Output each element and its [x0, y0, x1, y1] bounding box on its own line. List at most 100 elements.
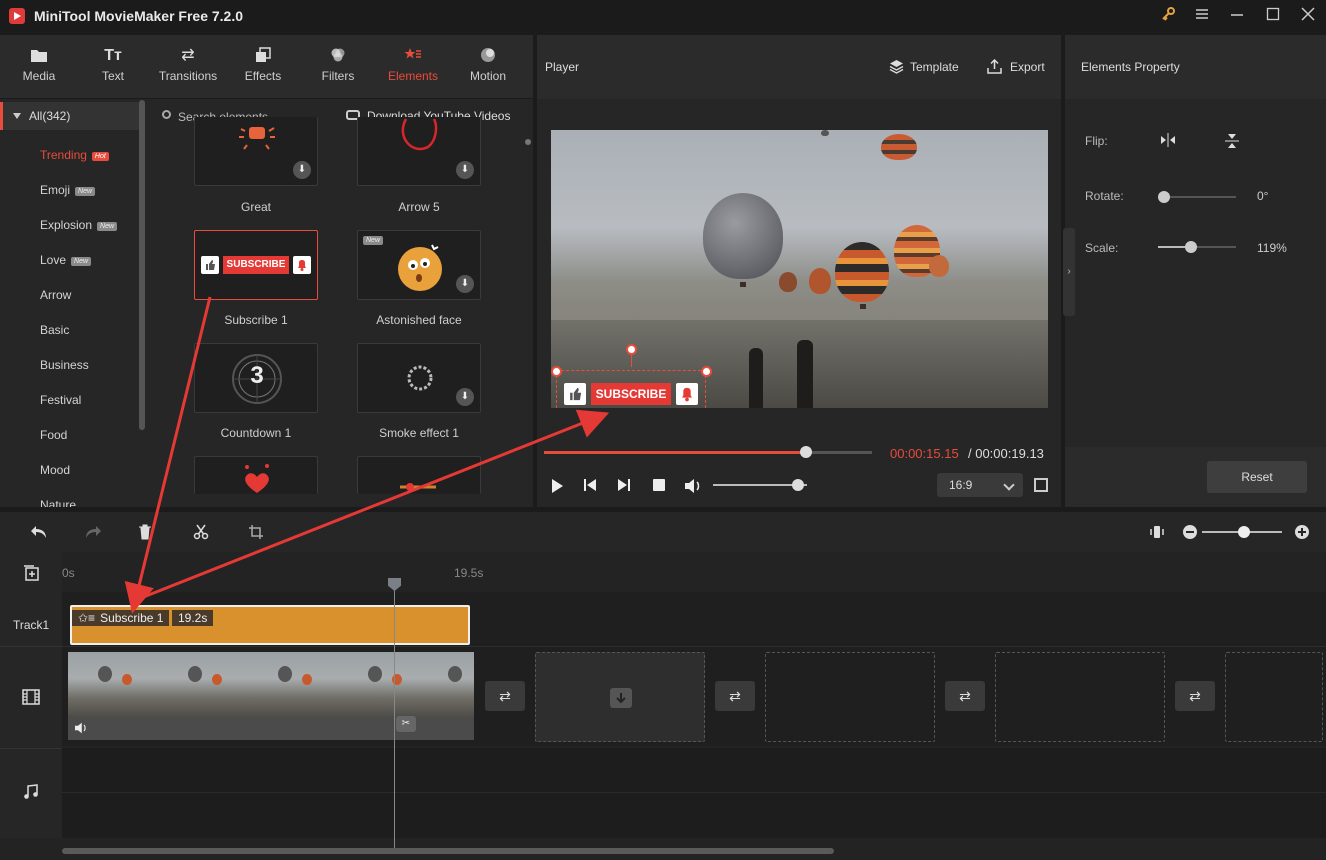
download-icon[interactable]: ⬇ — [293, 161, 311, 179]
category-food[interactable]: Food — [40, 428, 67, 442]
transition-swap-icon[interactable]: ⇄ — [485, 681, 525, 711]
category-emoji[interactable]: Emoji New — [40, 183, 96, 197]
music-track-row[interactable] — [62, 748, 1326, 838]
flip-horizontal-icon[interactable] — [1160, 133, 1176, 150]
volume-icon[interactable] — [684, 478, 700, 494]
category-scrollbar[interactable] — [139, 100, 145, 430]
scale-slider[interactable] — [1158, 241, 1236, 253]
empty-clip-slot[interactable] — [765, 652, 935, 742]
elements-scrollbar[interactable] — [525, 139, 531, 145]
rotate-handle[interactable] — [1158, 191, 1170, 203]
category-nature[interactable]: Nature — [40, 498, 76, 507]
empty-clip-slot[interactable] — [995, 652, 1165, 742]
zoom-out-icon[interactable] — [1181, 524, 1199, 542]
add-track-icon[interactable] — [22, 564, 40, 585]
fullscreen-icon[interactable] — [1034, 478, 1048, 492]
chevron-right-icon[interactable]: › — [1063, 228, 1075, 316]
video-track-icon — [22, 689, 40, 708]
resize-handle[interactable] — [551, 366, 562, 377]
distant-hills — [551, 280, 1048, 320]
category-festival[interactable]: Festival — [40, 393, 81, 407]
rotate-slider[interactable] — [1158, 191, 1236, 203]
element-clip-subscribe1[interactable]: ✩≡ Subscribe 1 19.2s — [70, 605, 470, 645]
category-explosion[interactable]: Explosion New — [40, 218, 118, 232]
tab-filters[interactable]: Filters — [301, 35, 375, 99]
element-tile-smoke-effect1[interactable]: ⬇ — [357, 343, 481, 413]
export-button[interactable]: Export — [987, 58, 1045, 74]
tab-effects[interactable]: Effects — [226, 35, 300, 99]
element-tile-countdown1[interactable]: 3 — [194, 343, 318, 413]
element-tile-great[interactable]: ⬇ — [194, 117, 318, 186]
category-trending[interactable]: Trending Hot — [40, 148, 109, 162]
category-basic[interactable]: Basic — [40, 323, 69, 337]
volume-handle[interactable] — [791, 479, 804, 491]
previous-frame-icon[interactable] — [582, 478, 598, 494]
crop-icon[interactable] — [247, 524, 265, 542]
stop-icon[interactable] — [651, 478, 667, 494]
timeline-area: 0s 19.5s Track1 ✩≡ Subscribe 1 19.2s ✂ ⇄… — [0, 552, 1326, 860]
tab-motion[interactable]: Motion — [451, 35, 525, 99]
category-label: Love — [40, 253, 67, 267]
template-button[interactable]: Template — [889, 59, 959, 74]
video-clip[interactable]: ✂ — [68, 652, 474, 740]
category-mood[interactable]: Mood — [40, 463, 70, 477]
zoom-handle[interactable] — [1238, 526, 1250, 538]
element-tile-astonished-face[interactable]: New ⬇ — [357, 230, 481, 300]
tab-transitions[interactable]: ⇄ Transitions — [151, 35, 225, 99]
flip-vertical-icon[interactable] — [1225, 133, 1239, 152]
minimize-icon[interactable] — [1226, 6, 1248, 28]
tab-text[interactable]: Tт Text — [76, 35, 150, 99]
play-icon[interactable] — [549, 478, 565, 494]
resize-handle[interactable] — [701, 366, 712, 377]
category-label: Emoji — [40, 183, 71, 197]
tab-media[interactable]: Media — [2, 35, 76, 99]
zoom-slider[interactable] — [1202, 526, 1282, 538]
transition-swap-icon[interactable]: ⇄ — [945, 681, 985, 711]
tab-elements[interactable]: Elements — [376, 35, 450, 99]
volume-slider[interactable] — [713, 479, 807, 491]
category-all[interactable]: All(342) — [0, 102, 140, 130]
tab-label: Transitions — [158, 69, 218, 83]
balloon-small — [929, 255, 949, 277]
astonished-face-art — [398, 244, 442, 291]
video-preview[interactable]: SUBSCRIBE — [551, 130, 1048, 408]
menu-icon[interactable] — [1191, 6, 1213, 28]
element-tile-subscribe1[interactable]: SUBSCRIBE — [194, 230, 318, 300]
next-frame-icon[interactable] — [616, 478, 632, 494]
maximize-icon[interactable] — [1262, 6, 1284, 28]
close-icon[interactable] — [1297, 6, 1319, 28]
category-business[interactable]: Business — [40, 358, 89, 372]
split-scissors-icon[interactable] — [192, 524, 210, 542]
transition-swap-icon[interactable]: ⇄ — [715, 681, 755, 711]
empty-clip-slot[interactable] — [535, 652, 705, 742]
seek-handle[interactable] — [800, 446, 813, 458]
download-icon[interactable]: ⬇ — [456, 388, 474, 406]
empty-clip-slot[interactable] — [1225, 652, 1323, 742]
category-love[interactable]: Love New — [40, 253, 92, 267]
timeline-scrollbar[interactable] — [62, 848, 834, 854]
reset-button[interactable]: Reset — [1207, 461, 1307, 493]
clip-volume-icon[interactable] — [74, 722, 88, 737]
rotate-handle[interactable] — [626, 344, 637, 355]
category-arrow[interactable]: Arrow — [40, 288, 71, 302]
download-icon[interactable]: ⬇ — [456, 275, 474, 293]
effects-icon — [253, 47, 273, 65]
redo-icon[interactable] — [84, 524, 102, 542]
key-icon[interactable] — [1157, 6, 1179, 28]
element-tile-firework[interactable] — [357, 456, 481, 494]
time-ruler[interactable]: 0s 19.5s — [62, 552, 1326, 592]
element-tile-heart[interactable] — [194, 456, 318, 494]
rotate-value: 0° — [1257, 189, 1269, 203]
download-icon[interactable]: ⬇ — [456, 161, 474, 179]
seek-bar[interactable] — [544, 446, 872, 458]
zoom-in-icon[interactable] — [1293, 524, 1311, 542]
split-marker-icon[interactable]: ✂ — [396, 716, 416, 732]
aspect-ratio-select[interactable]: 16:9 — [937, 473, 1023, 497]
element-tile-arrow5[interactable]: ⬇ — [357, 117, 481, 186]
element-label-arrow5: Arrow 5 — [398, 200, 440, 214]
transition-swap-icon[interactable]: ⇄ — [1175, 681, 1215, 711]
fit-timeline-icon[interactable] — [1148, 524, 1166, 542]
undo-icon[interactable] — [30, 524, 48, 542]
delete-icon[interactable] — [136, 524, 154, 542]
scale-handle[interactable] — [1185, 241, 1198, 253]
